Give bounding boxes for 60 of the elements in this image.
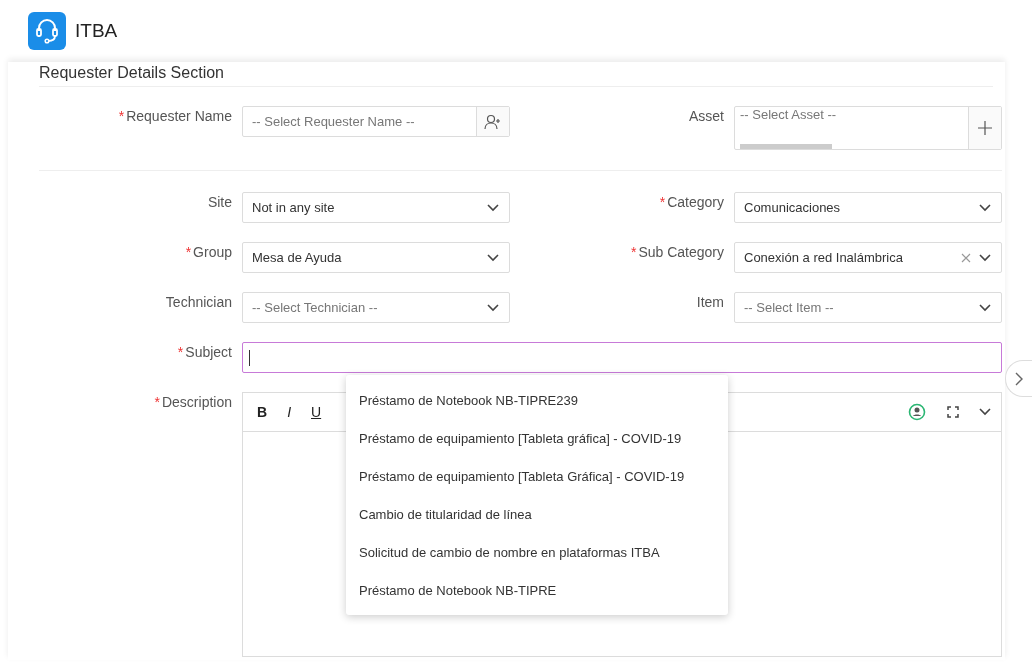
headset-logo-icon — [28, 12, 66, 50]
required-mark: * — [659, 194, 666, 210]
required-mark: * — [185, 244, 192, 260]
field-label: *Subject — [176, 343, 232, 360]
fullscreen-icon[interactable] — [947, 406, 959, 418]
required-mark: * — [154, 394, 160, 410]
placeholder-text: -- Select Technician -- — [251, 300, 379, 315]
sync-user-icon[interactable] — [907, 402, 927, 422]
suggestion-item[interactable]: Préstamo de Notebook NB-TIPRE239 — [346, 381, 728, 419]
field-label: Site — [206, 193, 232, 210]
select-field[interactable]: Conexión a red Inalámbrica — [734, 242, 1002, 273]
add-user-icon[interactable] — [476, 107, 509, 136]
format-button[interactable]: I — [287, 404, 291, 420]
select-field[interactable]: Not in any site — [242, 192, 510, 223]
text-cursor — [249, 349, 250, 366]
format-button[interactable]: B — [257, 404, 268, 420]
field-label: *Description — [153, 393, 232, 410]
select-field[interactable]: Comunicaciones — [734, 192, 1002, 223]
asset-field[interactable]: -- Select Asset -- — [734, 106, 1002, 150]
chevron-down-icon[interactable] — [979, 408, 991, 416]
field-label: Technician — [164, 293, 232, 310]
suggestion-item[interactable]: Préstamo de equipamiento [Tableta gráfica] - COVID-19 — [346, 419, 728, 457]
placeholder-text: -- Select Asset -- — [740, 107, 838, 124]
placeholder-text: -- Select Item -- — [743, 300, 835, 315]
section-title: Requester Details Section — [39, 62, 993, 87]
field-label: *Group — [184, 243, 232, 260]
select-value: Comunicaciones — [743, 200, 842, 215]
suggestion-item[interactable]: Préstamo de equipamiento [Tableta Gráfica] - COVID-19 — [346, 457, 728, 495]
app-title: ITBA — [75, 20, 118, 42]
chevron-down-icon — [979, 303, 991, 312]
required-mark: * — [118, 108, 125, 124]
chevron-down-icon — [979, 253, 991, 262]
select-field[interactable]: Mesa de Ayuda — [242, 242, 510, 273]
suggestion-item[interactable]: Préstamo de Notebook NB-TIPRE — [346, 571, 728, 609]
placeholder-text: -- Select Requester Name -- — [251, 114, 416, 129]
suggestion-item[interactable]: Cambio de titularidad de línea — [346, 495, 728, 533]
chevron-right-icon — [1015, 371, 1023, 386]
required-mark: * — [630, 244, 637, 260]
clear-icon[interactable] — [961, 252, 971, 263]
field-label: *Category — [658, 193, 724, 210]
field-label: Item — [695, 293, 724, 310]
select-field[interactable]: -- Select Item -- — [734, 292, 1002, 323]
select-value: Mesa de Ayuda — [251, 250, 343, 265]
collapse-handle[interactable] — [1005, 360, 1032, 397]
field-label: Asset — [688, 107, 724, 124]
chevron-down-icon — [979, 203, 991, 212]
chevron-down-icon — [487, 303, 499, 312]
requester-field[interactable]: -- Select Requester Name -- — [242, 106, 510, 137]
select-field[interactable]: -- Select Technician -- — [242, 292, 510, 323]
field-label: *Sub Category — [629, 243, 724, 260]
chevron-down-icon — [487, 203, 499, 212]
plus-icon[interactable] — [968, 107, 1001, 149]
subject-field[interactable] — [242, 342, 1002, 373]
select-value: Not in any site — [251, 200, 336, 215]
suggestion-item[interactable]: Solicitud de cambio de nombre en plataformas ITBA — [346, 533, 728, 571]
chevron-down-icon — [487, 253, 499, 262]
required-mark: * — [177, 344, 184, 360]
format-button[interactable]: U — [311, 404, 322, 420]
select-value: Conexión a red Inalámbrica — [743, 250, 904, 265]
field-label: *Requester Name — [117, 107, 232, 124]
